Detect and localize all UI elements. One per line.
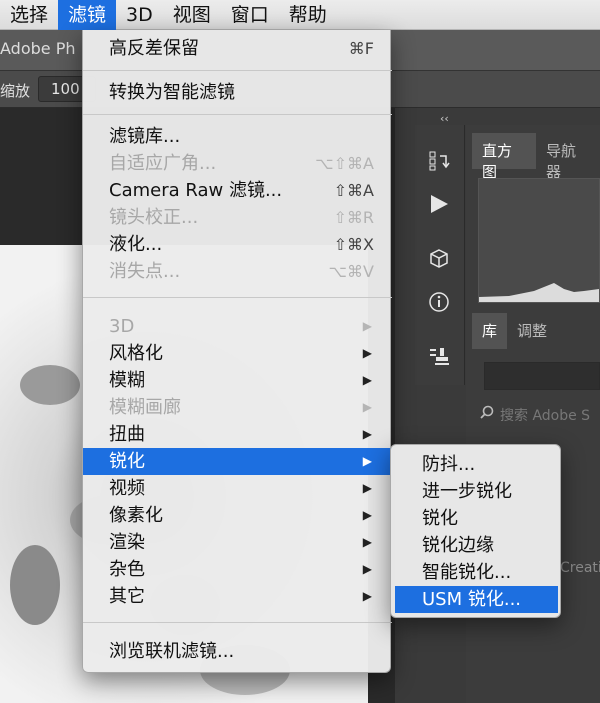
submenu-arrow-icon: ▶ xyxy=(362,319,372,333)
submenu-arrow-icon: ▶ xyxy=(362,508,372,522)
app-title: Adobe Ph xyxy=(0,39,76,58)
menu-item-label: 液化... xyxy=(109,234,163,255)
submenu-arrow-icon: ▶ xyxy=(362,400,372,414)
creative-cloud-text: Creativ xyxy=(560,560,600,576)
menu-item-camera-raw[interactable]: Camera Raw 滤镜... ⇧⌘A xyxy=(83,177,392,204)
menu-item-distort[interactable]: 扭曲 ▶ xyxy=(83,421,392,448)
info-icon[interactable] xyxy=(428,291,450,318)
menu-item-lens-correction: 镜头校正... ⇧⌘R xyxy=(83,204,392,231)
menu-item-blur-gallery: 模糊画廊 ▶ xyxy=(83,394,392,421)
menu-item-label: 风格化 xyxy=(109,343,163,364)
menu-separator xyxy=(83,622,392,623)
menu-item-label: 模糊画廊 xyxy=(109,397,181,418)
filter-menu: 高反差保留 ⌘F 转换为智能滤镜 滤镜库... 自适应广角... ⌥⇧⌘A Ca… xyxy=(82,30,392,673)
library-select[interactable] xyxy=(484,362,600,390)
menu-item-sharpen[interactable]: 锐化 ▶ xyxy=(83,448,392,475)
history-icon[interactable] xyxy=(428,150,450,177)
menu-item-adaptive-wide-angle: 自适应广角... ⌥⇧⌘A xyxy=(83,150,392,177)
collapse-panels-icon[interactable]: ‹‹ xyxy=(440,112,449,125)
submenu-item-sharpen-more[interactable]: 进一步锐化 xyxy=(395,478,558,505)
menu-bar: 选择 滤镜 3D 视图 窗口 帮助 xyxy=(0,0,600,30)
menu-item-label: 消失点... xyxy=(109,261,181,282)
menu-item-label: Camera Raw 滤镜... xyxy=(109,180,283,201)
submenu-arrow-icon: ▶ xyxy=(362,373,372,387)
menu-item-label: 扭曲 xyxy=(109,424,145,445)
menu-item-label: 其它 xyxy=(109,586,145,607)
submenu-arrow-icon: ▶ xyxy=(362,454,372,468)
menu-item-shortcut: ⌥⇧⌘A xyxy=(315,154,374,173)
menu-item-label: 自适应广角... xyxy=(109,153,217,174)
panel-tabs-top: 直方图 导航器 xyxy=(472,133,600,181)
menu-separator xyxy=(83,297,392,298)
search-placeholder: 搜索 Adobe S xyxy=(500,408,591,424)
menu-select[interactable]: 选择 xyxy=(0,0,58,30)
menu-item-label: 3D xyxy=(109,316,135,337)
menu-item-shortcut: ⇧⌘X xyxy=(333,235,374,254)
menu-item-label: 高反差保留 xyxy=(109,38,199,59)
menu-item-render[interactable]: 渲染 ▶ xyxy=(83,529,392,556)
menu-item-label: 滤镜库... xyxy=(109,126,181,147)
menu-separator xyxy=(83,114,392,115)
tab-libraries[interactable]: 库 xyxy=(472,313,508,349)
menu-item-pixelate[interactable]: 像素化 ▶ xyxy=(83,502,392,529)
sharpen-submenu: 防抖... 进一步锐化 锐化 锐化边缘 智能锐化... USM 锐化... xyxy=(390,444,561,618)
submenu-item-shake-reduction[interactable]: 防抖... xyxy=(395,451,558,478)
submenu-item-smart-sharpen[interactable]: 智能锐化... xyxy=(395,559,558,586)
zoom-label: 缩放 xyxy=(0,82,31,100)
submenu-item-unsharp-mask[interactable]: USM 锐化... xyxy=(395,586,558,613)
menu-item-label: 锐化 xyxy=(109,451,145,472)
play-icon[interactable] xyxy=(428,193,450,220)
menu-item-vanishing-point: 消失点... ⌥⌘V xyxy=(83,258,392,285)
menu-item-browse-online[interactable]: 浏览联机滤镜... xyxy=(83,638,392,665)
menu-3d[interactable]: 3D xyxy=(116,0,163,30)
submenu-item-sharpen-edges[interactable]: 锐化边缘 xyxy=(395,532,558,559)
menu-item-shortcut: ⌘F xyxy=(348,39,374,58)
3d-cube-icon[interactable] xyxy=(428,248,450,275)
menu-item-last-filter[interactable]: 高反差保留 ⌘F xyxy=(83,35,392,62)
tab-adjustments[interactable]: 调整 xyxy=(507,313,557,349)
menu-item-video[interactable]: 视频 ▶ xyxy=(83,475,392,502)
menu-item-label: 浏览联机滤镜... xyxy=(109,641,235,662)
submenu-arrow-icon: ▶ xyxy=(362,346,372,360)
submenu-item-sharpen[interactable]: 锐化 xyxy=(395,505,558,532)
submenu-arrow-icon: ▶ xyxy=(362,481,372,495)
menu-item-shortcut: ⌥⌘V xyxy=(328,262,374,281)
menu-item-liquify[interactable]: 液化... ⇧⌘X xyxy=(83,231,392,258)
menu-help[interactable]: 帮助 xyxy=(279,0,337,30)
submenu-arrow-icon: ▶ xyxy=(362,589,372,603)
submenu-arrow-icon: ▶ xyxy=(362,427,372,441)
menu-item-3d: 3D ▶ xyxy=(83,313,392,340)
menu-item-label: 镜头校正... xyxy=(109,207,199,228)
menu-item-shortcut: ⇧⌘A xyxy=(333,181,374,200)
menu-separator xyxy=(83,70,392,71)
menu-item-label: 转换为智能滤镜 xyxy=(109,82,235,103)
tab-histogram[interactable]: 直方图 xyxy=(472,133,536,181)
menu-item-other[interactable]: 其它 ▶ xyxy=(83,583,392,610)
menu-item-label: 杂色 xyxy=(109,559,145,580)
menu-item-label: 模糊 xyxy=(109,370,145,391)
submenu-arrow-icon: ▶ xyxy=(362,535,372,549)
menu-item-stylize[interactable]: 风格化 ▶ xyxy=(83,340,392,367)
clone-stamp-icon[interactable] xyxy=(428,346,450,373)
menu-item-convert-smart-filter[interactable]: 转换为智能滤镜 xyxy=(83,79,392,106)
menu-item-blur[interactable]: 模糊 ▶ xyxy=(83,367,392,394)
histogram-display xyxy=(478,178,600,303)
menu-item-label: 视频 xyxy=(109,478,145,499)
menu-filter[interactable]: 滤镜 xyxy=(58,0,117,30)
menu-item-noise[interactable]: 杂色 ▶ xyxy=(83,556,392,583)
tab-navigator[interactable]: 导航器 xyxy=(536,133,600,181)
menu-view[interactable]: 视图 xyxy=(163,0,221,30)
menu-item-label: 像素化 xyxy=(109,505,163,526)
menu-window[interactable]: 窗口 xyxy=(221,0,279,30)
submenu-arrow-icon: ▶ xyxy=(362,562,372,576)
menu-item-label: 渲染 xyxy=(109,532,145,553)
panel-tabs-bottom: 库 调整 xyxy=(472,313,557,349)
menu-item-shortcut: ⇧⌘R xyxy=(333,208,374,227)
menu-item-filter-gallery[interactable]: 滤镜库... xyxy=(83,123,392,150)
library-search[interactable]: 搜索 Adobe S xyxy=(480,405,590,425)
search-icon xyxy=(480,405,494,419)
